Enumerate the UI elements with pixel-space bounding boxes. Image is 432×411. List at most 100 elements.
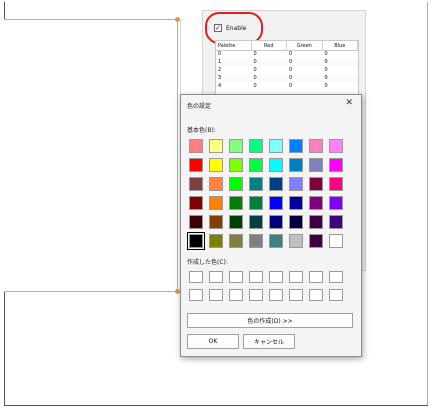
color-swatch[interactable] — [249, 158, 263, 172]
close-icon[interactable]: ✕ — [345, 98, 353, 108]
custom-color-slot[interactable] — [249, 289, 263, 301]
color-swatch[interactable] — [209, 196, 223, 210]
table-row[interactable]: 3 0 0 0 — [216, 75, 358, 83]
color-swatch[interactable] — [289, 177, 303, 191]
color-swatch[interactable] — [309, 139, 323, 153]
column-header-red[interactable]: Red — [252, 41, 288, 50]
table-cell: 0 — [218, 51, 222, 57]
color-swatch[interactable] — [189, 158, 203, 172]
color-swatch[interactable] — [189, 177, 203, 191]
table-row[interactable]: 2 0 0 0 — [216, 67, 358, 75]
custom-color-slot[interactable] — [189, 289, 203, 301]
define-custom-colors-button[interactable]: 色の作成(D) >> — [187, 313, 353, 328]
color-swatch[interactable] — [329, 139, 343, 153]
custom-color-slot[interactable] — [269, 271, 283, 283]
custom-color-slot[interactable] — [189, 271, 203, 283]
palette-table-header: Palette Red Green Blue — [216, 41, 359, 51]
column-header-green[interactable]: Green — [287, 41, 323, 50]
color-swatch[interactable] — [229, 196, 243, 210]
color-swatch[interactable] — [229, 234, 243, 248]
color-swatch[interactable] — [229, 215, 243, 229]
color-swatch[interactable] — [249, 196, 263, 210]
ok-button[interactable]: OK — [187, 334, 239, 349]
color-swatch[interactable] — [309, 215, 323, 229]
color-swatch[interactable] — [209, 158, 223, 172]
color-swatch[interactable] — [249, 139, 263, 153]
table-cell: 0 — [253, 67, 257, 73]
color-dialog: 色の設定 ✕ 基本色(B): 作成した色(C): 色の作成(D) >> OK キ… — [180, 94, 362, 357]
color-swatch[interactable] — [329, 234, 343, 248]
color-swatch[interactable] — [309, 196, 323, 210]
table-cell: 0 — [324, 83, 328, 89]
color-swatch[interactable] — [329, 215, 343, 229]
color-swatch[interactable] — [269, 177, 283, 191]
custom-color-slot[interactable] — [269, 289, 283, 301]
color-swatch[interactable] — [269, 234, 283, 248]
color-swatch[interactable] — [189, 139, 203, 153]
color-swatch[interactable] — [289, 234, 303, 248]
color-swatch[interactable] — [329, 196, 343, 210]
custom-colors-grid — [189, 271, 343, 301]
color-swatch[interactable] — [269, 139, 283, 153]
color-swatch[interactable] — [309, 158, 323, 172]
table-row[interactable]: 1 0 0 0 — [216, 59, 358, 67]
custom-color-slot[interactable] — [289, 289, 303, 301]
column-header-blue[interactable]: Blue — [323, 41, 359, 50]
color-swatch[interactable] — [289, 215, 303, 229]
custom-color-slot[interactable] — [209, 289, 223, 301]
table-cell: 0 — [289, 67, 293, 73]
table-row[interactable]: 0 0 0 0 — [216, 51, 358, 59]
color-swatch[interactable] — [249, 215, 263, 229]
color-swatch[interactable] — [289, 139, 303, 153]
color-swatch[interactable] — [229, 158, 243, 172]
color-swatch[interactable] — [309, 234, 323, 248]
palette-table: Palette Red Green Blue 0 0 0 0 1 0 0 0 2… — [215, 40, 359, 98]
table-row[interactable]: 4 0 0 0 — [216, 83, 358, 91]
color-swatch[interactable] — [269, 215, 283, 229]
table-cell: 0 — [324, 51, 328, 57]
table-cell: 0 — [253, 51, 257, 57]
color-swatch[interactable] — [229, 177, 243, 191]
column-header-palette[interactable]: Palette — [216, 41, 252, 50]
table-cell: 0 — [324, 59, 328, 65]
color-swatch[interactable] — [189, 196, 203, 210]
color-swatch[interactable] — [229, 139, 243, 153]
color-swatch[interactable] — [309, 177, 323, 191]
color-swatch[interactable] — [187, 232, 205, 250]
color-swatch[interactable] — [209, 139, 223, 153]
table-cell: 0 — [253, 59, 257, 65]
color-swatch[interactable] — [209, 177, 223, 191]
color-swatch[interactable] — [209, 215, 223, 229]
color-swatch[interactable] — [329, 177, 343, 191]
custom-color-slot[interactable] — [309, 289, 323, 301]
table-cell: 0 — [289, 51, 293, 57]
custom-color-slot[interactable] — [249, 271, 263, 283]
custom-color-slot[interactable] — [329, 289, 343, 301]
custom-color-slot[interactable] — [309, 271, 323, 283]
canvas-area[interactable] — [4, 19, 178, 292]
color-swatch[interactable] — [249, 234, 263, 248]
resize-handle-top-right[interactable] — [175, 17, 180, 22]
window-border-right — [427, 2, 428, 406]
table-cell: 0 — [289, 83, 293, 89]
custom-color-slot[interactable] — [229, 289, 243, 301]
color-swatch[interactable] — [249, 177, 263, 191]
cancel-button[interactable]: キャンセル — [243, 334, 295, 349]
custom-color-slot[interactable] — [209, 271, 223, 283]
table-cell: 1 — [218, 59, 222, 65]
color-swatch[interactable] — [289, 196, 303, 210]
color-swatch[interactable] — [269, 196, 283, 210]
custom-color-slot[interactable] — [229, 271, 243, 283]
custom-colors-label: 作成した色(C): — [187, 259, 228, 266]
table-cell: 0 — [289, 59, 293, 65]
color-swatch[interactable] — [269, 158, 283, 172]
window-border-bottom — [4, 405, 428, 406]
color-swatch[interactable] — [209, 234, 223, 248]
custom-color-slot[interactable] — [289, 271, 303, 283]
color-swatch[interactable] — [289, 158, 303, 172]
color-swatch[interactable] — [189, 215, 203, 229]
table-cell: 4 — [218, 83, 222, 89]
custom-color-slot[interactable] — [329, 271, 343, 283]
basic-colors-grid — [187, 139, 343, 250]
color-swatch[interactable] — [329, 158, 343, 172]
